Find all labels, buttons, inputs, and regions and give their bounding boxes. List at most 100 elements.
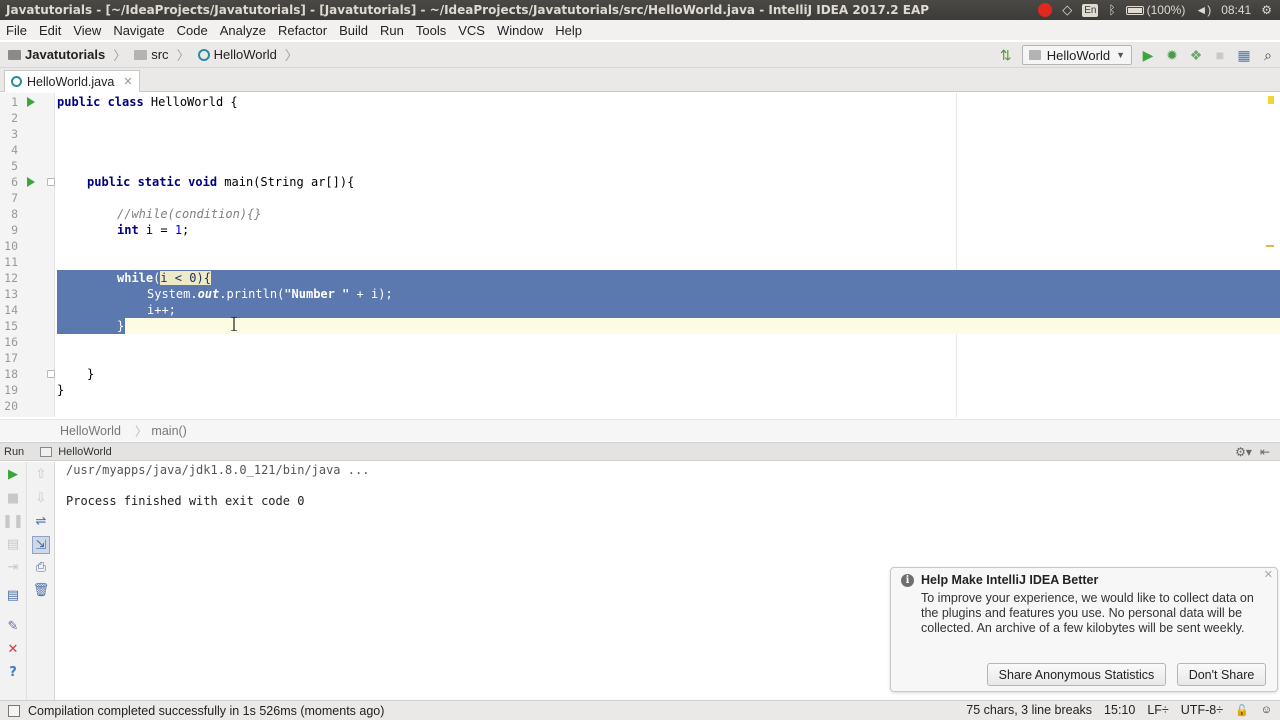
menu-code[interactable]: Code [171,23,214,38]
up-arrow-icon[interactable]: ⇧ [33,466,49,482]
editor-gutter[interactable]: 1 2 3 4 5 6 7 8 9 10 11 12 13 14 15 16 1… [0,93,55,417]
folder-icon [134,49,148,60]
chevron-right-icon: 〉 [176,48,190,63]
tab-helloworld-java[interactable]: HelloWorld.java ✕ [4,70,140,92]
notification-title: Help Make IntelliJ IDEA Better [921,573,1099,587]
run-configuration-selector[interactable]: HelloWorld ▼ [1021,45,1132,65]
file-encoding[interactable]: UTF-8÷ [1181,703,1223,717]
stop-icon[interactable]: ■ [5,490,21,506]
run-icon[interactable]: ▶ [1140,47,1156,63]
menu-build[interactable]: Build [333,23,374,38]
tool-windows-icon[interactable] [8,704,20,717]
share-statistics-button[interactable]: Share Anonymous Statistics [987,663,1166,686]
run-with-coverage-icon[interactable]: ❖ [1188,47,1204,63]
run-config-tab[interactable]: HelloWorld [58,446,112,458]
code-line-14: i++; [147,303,176,317]
close-icon[interactable]: ✕ [1264,568,1273,581]
power-gear-icon[interactable]: ⚙ [1261,3,1272,17]
close-icon[interactable]: ✕ [123,75,132,88]
menu-edit[interactable]: Edit [33,23,67,38]
console-command-line[interactable]: /usr/myapps/java/jdk1.8.0_121/bin/java .… [66,462,369,478]
line-number: 1 [11,95,18,109]
pause-icon[interactable]: ❚❚ [2,513,24,529]
fold-marker-icon[interactable] [47,178,55,186]
chevron-right-icon: 〉 [113,48,127,63]
record-icon[interactable] [1038,3,1053,17]
nav-file-label: HelloWorld [213,47,277,62]
layout-icon[interactable]: ▤ [5,587,21,603]
caret-position[interactable]: 15:10 [1104,703,1135,717]
inspection-status-marker[interactable] [1268,96,1274,104]
close-icon[interactable]: ✕ [5,641,21,657]
menu-help[interactable]: Help [549,23,588,38]
inspector-icon[interactable]: ☺ [1261,704,1272,716]
battery-percent: (100%) [1146,3,1186,17]
status-message[interactable]: Compilation completed successfully in 1s… [28,704,384,718]
line-number: 20 [4,399,18,413]
code-text: i < [160,271,190,285]
menu-run[interactable]: Run [374,23,410,38]
menu-refactor[interactable]: Refactor [272,23,333,38]
line-number: 12 [4,271,18,285]
menu-view[interactable]: View [67,23,107,38]
menu-vcs[interactable]: VCS [452,23,491,38]
java-class-icon [197,48,210,61]
line-number: 13 [4,287,18,301]
rerun-icon[interactable]: ▶ [5,466,21,482]
trash-icon[interactable]: 🗑 [33,582,50,598]
bluetooth-icon[interactable]: ᛒ [1108,3,1115,17]
nav-crumb-src[interactable]: src 〉 [126,45,190,64]
right-margin-guide [956,93,957,417]
project-folder-icon [8,49,21,60]
wifi-icon[interactable]: ◇ [1062,2,1072,18]
nav-crumb-project[interactable]: Javatutorials 〉 [0,45,126,64]
down-arrow-icon[interactable]: ⇩ [33,490,49,506]
scroll-to-end-icon[interactable]: ⇲ [32,536,50,554]
breadcrumb-method[interactable]: main() [151,424,186,438]
battery-indicator[interactable]: (100%) [1125,3,1186,17]
run-main-gutter-icon[interactable] [27,177,35,187]
java-class-icon [11,76,22,87]
scrollbar-marker[interactable] [1266,245,1274,247]
menu-analyze[interactable]: Analyze [214,23,272,38]
pin-icon[interactable]: ✎ [5,618,21,634]
line-number: 14 [4,303,18,317]
exit-icon[interactable]: ⇥ [5,559,21,575]
dont-share-button[interactable]: Don't Share [1177,663,1266,686]
project-structure-icon[interactable]: ▦ [1236,47,1252,63]
code-editor[interactable]: 1 2 3 4 5 6 7 8 9 10 11 12 13 14 15 16 1… [0,93,1280,417]
code-text: main(String ar[]){ [224,175,355,189]
build-hammer-icon[interactable]: ⇅ [998,47,1014,63]
soft-wrap-icon[interactable]: ⇌ [33,513,49,529]
breadcrumb-class[interactable]: HelloWorld [60,424,121,438]
menu-window[interactable]: Window [491,23,549,38]
dump-threads-icon[interactable]: ▤ [5,536,21,552]
code-text: HelloWorld { [150,95,238,109]
keyboard-language-indicator[interactable]: En [1082,3,1099,17]
keyword: int [117,223,146,237]
lock-icon[interactable]: 🔓 [1235,704,1249,717]
fold-marker-icon[interactable] [47,370,55,378]
run-class-gutter-icon[interactable] [27,97,35,107]
search-icon[interactable]: ⌕ [1260,47,1276,63]
line-number: 16 [4,335,18,349]
string-literal: "Number " [284,287,350,301]
help-icon[interactable]: ? [5,664,21,680]
selection-info: 75 chars, 3 line breaks [966,703,1093,717]
settings-gear-icon[interactable]: ⚙▾ [1235,445,1252,459]
volume-icon[interactable]: ◄) [1195,3,1211,17]
print-icon[interactable]: ⎙ [33,559,49,575]
line-number: 15 [4,319,18,333]
chevron-down-icon: ▼ [1116,50,1125,60]
debug-icon[interactable]: ✹ [1164,47,1180,63]
clock[interactable]: 08:41 [1221,3,1251,17]
line-separator[interactable]: LF÷ [1147,703,1168,717]
menu-tools[interactable]: Tools [410,23,452,38]
menu-file[interactable]: File [0,23,33,38]
hide-window-icon[interactable]: ⇤ [1260,445,1270,459]
window-title: Javatutorials - [~/IdeaProjects/Javatuto… [6,3,930,17]
menu-navigate[interactable]: Navigate [107,23,170,38]
stop-icon[interactable]: ■ [1212,47,1228,63]
notification-body: To improve your experience, we would lik… [921,591,1254,635]
nav-crumb-file[interactable]: HelloWorld 〉 [190,45,298,64]
